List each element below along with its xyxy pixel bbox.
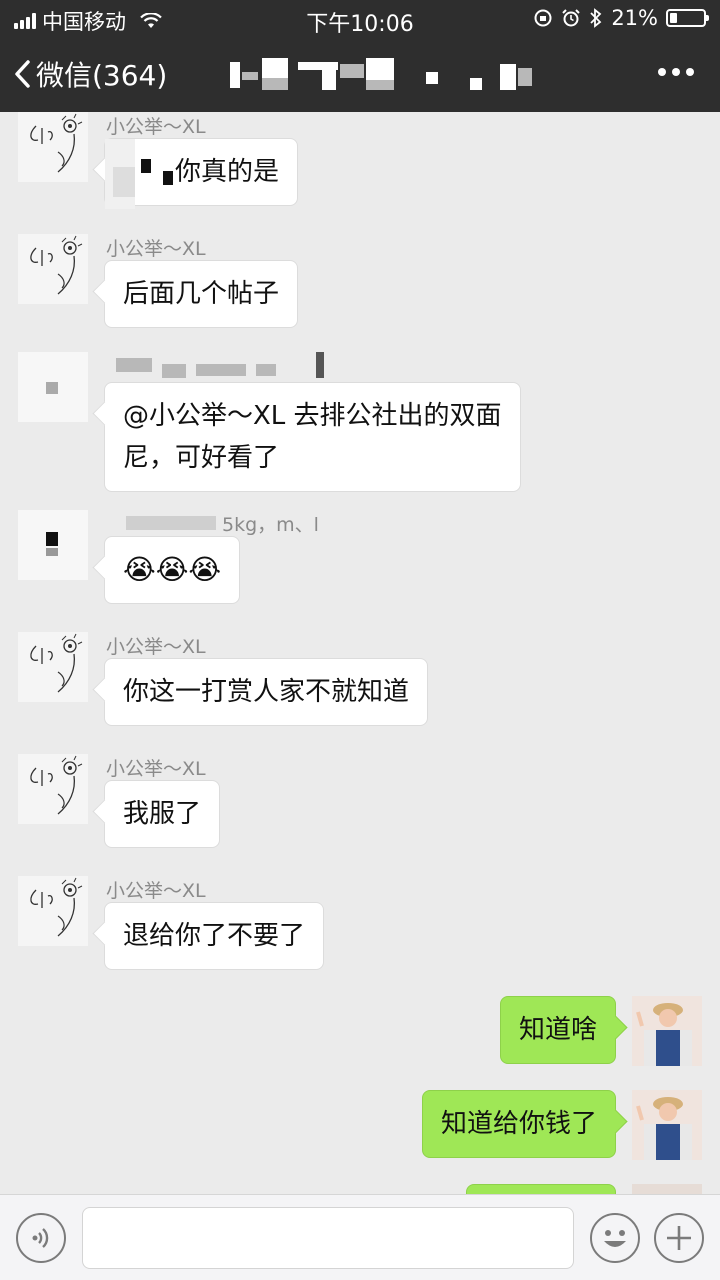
message-bubble[interactable]: 😭😭😭 xyxy=(104,536,241,604)
sender-name: 小公举～XL xyxy=(106,116,206,138)
message-bubble[interactable]: 退给你了不要了 xyxy=(104,902,325,970)
avatar[interactable] xyxy=(18,234,88,304)
avatar[interactable] xyxy=(18,112,88,182)
message-row: @小公举～XL 去排公社出的双面 尼，可好看了 xyxy=(0,352,720,492)
battery-icon xyxy=(666,9,709,27)
avatar[interactable] xyxy=(18,876,88,946)
message-text: 我服了 xyxy=(123,799,202,829)
message-bubble[interactable]: 你真的是 xyxy=(104,138,299,209)
battery-percent: 21% xyxy=(611,6,658,30)
message-text: 知道给你钱了 xyxy=(440,1109,597,1139)
message-text: 退给你了不要了 xyxy=(123,921,306,951)
message-bubble-outgoing[interactable] xyxy=(466,1184,616,1194)
status-right: 21% xyxy=(533,6,709,30)
avatar-redacted[interactable] xyxy=(18,352,88,422)
message-bubble[interactable]: 后面几个帖子 xyxy=(104,260,299,328)
message-text: 你真的是 xyxy=(175,157,280,187)
voice-icon xyxy=(32,1228,49,1248)
message-bubble[interactable]: 你这一打赏人家不就知道 xyxy=(104,658,429,726)
chevron-left-icon xyxy=(15,60,30,88)
sender-name: 小公举～XL xyxy=(106,636,206,658)
sketch-face-avatar xyxy=(30,877,83,937)
emoji-icon xyxy=(604,1230,626,1247)
avatar[interactable] xyxy=(18,754,88,824)
message-row: 小公举～XL 你真的是 xyxy=(0,112,720,222)
nav-bar: 微信(364) xyxy=(0,36,720,112)
emoji-button[interactable] xyxy=(590,1213,640,1263)
message-text: 知道啥 xyxy=(518,1015,597,1045)
person-photo-avatar xyxy=(632,996,702,1066)
message-text: 后面几个帖子 xyxy=(123,279,280,309)
message-row: 小公举～XL 你这一打赏人家不就知道 xyxy=(0,632,720,742)
sender-name: 小公举～XL xyxy=(106,880,206,902)
rotation-lock-icon xyxy=(534,9,552,27)
message-text: 😭😭😭 xyxy=(123,553,222,586)
message-row: 小公举～XL 我服了 xyxy=(0,754,720,864)
plus-icon xyxy=(667,1226,691,1250)
alarm-icon xyxy=(562,9,581,27)
chat-area[interactable]: 小公举～XL 你真的是 小公举～XL 后面几个帖子 @小公举～XL 去排公社出的… xyxy=(0,112,720,1194)
input-bar xyxy=(0,1194,720,1280)
sketch-face-avatar xyxy=(30,633,83,693)
more-dots-icon xyxy=(658,68,666,76)
message-bubble-outgoing[interactable]: 知道给你钱了 xyxy=(421,1090,616,1158)
message-text-line1: @小公举～XL 去排公社出的双面 xyxy=(123,401,502,431)
status-bar: 中国移动 下午10:06 21% xyxy=(0,0,720,37)
sender-name: 小公举～XL xyxy=(106,758,206,780)
person-photo-avatar xyxy=(632,1090,702,1160)
my-avatar[interactable] xyxy=(632,1090,702,1160)
message-row: 小公举～XL 退给你了不要了 xyxy=(0,876,720,986)
back-button[interactable]: 微信(364) xyxy=(14,54,167,94)
sender-name-redacted xyxy=(106,352,346,382)
message-bubble-outgoing[interactable]: 知道啥 xyxy=(499,996,616,1064)
my-avatar[interactable] xyxy=(632,1184,702,1194)
chat-title-redacted xyxy=(230,58,550,92)
message-row-outgoing xyxy=(0,1184,720,1194)
message-row-outgoing: 知道给你钱了 xyxy=(0,1090,720,1170)
message-bubble[interactable]: 我服了 xyxy=(104,780,221,848)
message-row: 5kg，m、l 😭😭😭 xyxy=(0,510,720,620)
message-row-outgoing: 知道啥 xyxy=(0,996,720,1076)
message-bubble[interactable]: @小公举～XL 去排公社出的双面 尼，可好看了 xyxy=(104,382,521,492)
message-text: 你这一打赏人家不就知道 xyxy=(123,677,410,707)
more-button[interactable] xyxy=(658,68,694,76)
message-input[interactable] xyxy=(82,1207,574,1269)
sender-name: 小公举～XL xyxy=(106,238,206,260)
plus-button[interactable] xyxy=(654,1213,704,1263)
message-row: 小公举～XL 后面几个帖子 xyxy=(0,234,720,344)
sketch-face-avatar xyxy=(30,235,83,295)
battery-fill xyxy=(670,13,677,23)
sender-name: 5kg，m、l xyxy=(222,514,319,536)
sketch-face-avatar xyxy=(30,755,83,815)
message-text-line2: 尼，可好看了 xyxy=(123,443,280,473)
back-label: 微信(364) xyxy=(36,59,168,92)
avatar[interactable] xyxy=(18,632,88,702)
bluetooth-icon xyxy=(590,8,602,28)
avatar-redacted[interactable] xyxy=(18,510,88,580)
voice-button[interactable] xyxy=(16,1213,66,1263)
my-avatar[interactable] xyxy=(632,996,702,1066)
sketch-face-avatar xyxy=(30,113,83,173)
